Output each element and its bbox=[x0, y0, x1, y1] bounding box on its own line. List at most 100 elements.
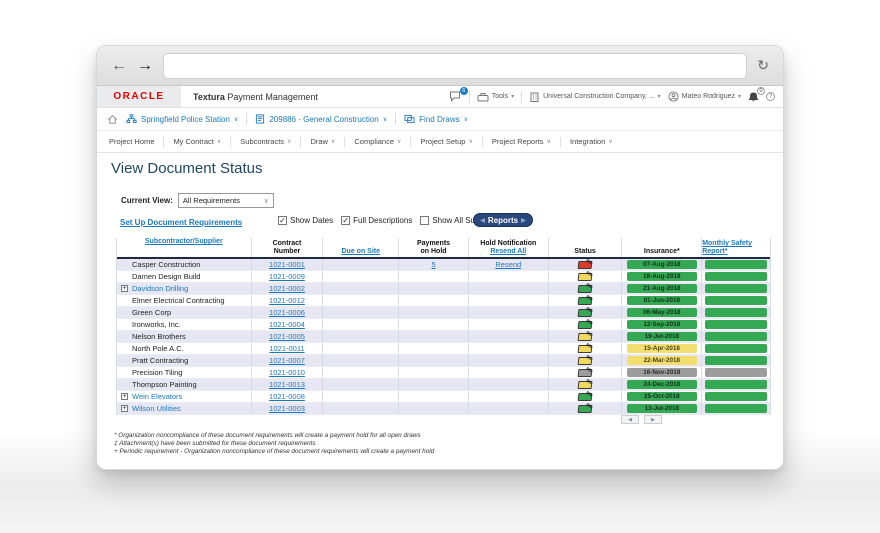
status-cell: ✎ bbox=[549, 295, 623, 306]
insurance-date-badge: 13-Jul-2018 bbox=[626, 404, 697, 413]
messages-icon[interactable]: 6 bbox=[449, 87, 468, 102]
subcontractor-cell: + Wilson Utilities bbox=[117, 403, 252, 414]
subcontractor-name: Ironworks, Inc. bbox=[132, 320, 181, 329]
divider bbox=[410, 136, 412, 147]
table-row: + Davidson Drilling 1021-0002 ✎ 21-Aug-2… bbox=[117, 283, 770, 295]
subcontractor-name: Pratt Contracting bbox=[132, 356, 189, 365]
table-row: Thompson Painting 1021-0013 ✎ 24-Dec-201… bbox=[117, 379, 770, 391]
contract-number-link[interactable]: 1021-0010 bbox=[269, 368, 305, 377]
subcontractor-name[interactable]: Wilson Utilities bbox=[132, 404, 181, 413]
safety-report-bar bbox=[705, 320, 768, 329]
contract-number-link[interactable]: 1021-0008 bbox=[269, 392, 305, 401]
nav-item-project-home[interactable]: Project Home bbox=[109, 137, 154, 146]
expand-row-icon[interactable]: + bbox=[121, 405, 128, 412]
column-header-hold-notification[interactable]: Hold Notification Resend All bbox=[469, 238, 549, 257]
column-header-safety-report[interactable]: Monthly Safety Report* bbox=[702, 238, 770, 257]
status-cell: ✎ bbox=[549, 391, 623, 402]
current-view-label: Current View: bbox=[121, 196, 173, 205]
due-on-site-cell bbox=[323, 259, 400, 270]
table-row: + Wilson Utilities 1021-0003 ✎ 13-Jul-20… bbox=[117, 403, 770, 415]
column-header-status: Status bbox=[549, 238, 623, 257]
column-header-subcontractor[interactable]: Subcontractor/Supplier bbox=[117, 238, 252, 257]
breadcrumb-find-draws[interactable]: Find Draws ∨ bbox=[404, 114, 468, 124]
status-cell: ✎ bbox=[549, 355, 623, 366]
contract-number-link[interactable]: 1021-0009 bbox=[269, 272, 305, 281]
company-menu[interactable]: Universal Construction Company, ... ▾ bbox=[529, 92, 661, 102]
page-prev-button[interactable]: ◀ bbox=[621, 415, 639, 424]
nav-item-project-reports[interactable]: Project Reports ∨ bbox=[492, 137, 551, 146]
status-cell: ✎ bbox=[549, 379, 623, 390]
insurance-date-badge: 24-Dec-2018 bbox=[626, 380, 697, 389]
column-header-label[interactable]: Resend All bbox=[490, 248, 526, 256]
nav-item-integration[interactable]: Integration ∨ bbox=[570, 137, 613, 146]
nav-item-project-setup[interactable]: Project Setup ∨ bbox=[420, 137, 472, 146]
tools-menu[interactable]: Tools ▾ bbox=[477, 92, 514, 102]
breadcrumb-project[interactable]: Springfield Police Station ∨ bbox=[126, 114, 238, 124]
contract-number-link[interactable]: 1021-0007 bbox=[269, 356, 305, 365]
nav-item-my-contract[interactable]: My Contract ∨ bbox=[173, 137, 221, 146]
contract-number-link[interactable]: 1021-0003 bbox=[269, 404, 305, 413]
notifications-bell-icon[interactable]: 0 bbox=[748, 87, 765, 102]
expand-row-icon[interactable]: + bbox=[121, 393, 128, 400]
nav-item-label: Subcontracts bbox=[240, 137, 285, 146]
safety-report-bar bbox=[705, 272, 768, 281]
insurance-date-badge: 25-Oct-2018 bbox=[626, 392, 697, 401]
column-header-due-on-site[interactable]: Due on Site bbox=[323, 238, 400, 257]
table-row: Casper Construction 1021-0001 5 Resend ✎… bbox=[117, 259, 770, 271]
home-icon[interactable] bbox=[107, 114, 118, 125]
status-cell: ✎ bbox=[549, 403, 623, 414]
back-icon[interactable]: ← bbox=[111, 57, 127, 74]
nav-item-draw[interactable]: Draw ∨ bbox=[310, 137, 335, 146]
table-row: Precision Tiling 1021-0010 ✎ 16-Nov-2018 bbox=[117, 367, 770, 379]
safety-report-bar bbox=[705, 368, 768, 377]
insurance-date-badge: 12-Sep-2018 bbox=[626, 320, 697, 329]
contract-number-link[interactable]: 1021-0012 bbox=[269, 296, 305, 305]
checkbox-box[interactable]: ✓ bbox=[341, 216, 351, 225]
checkbox-show-dates[interactable]: ✓ Show Dates bbox=[278, 216, 333, 225]
page-next-button[interactable]: ▶ bbox=[644, 415, 662, 424]
bell-badge: 0 bbox=[757, 87, 765, 95]
help-icon[interactable]: ? bbox=[766, 92, 775, 101]
contract-number-link[interactable]: 1021-0001 bbox=[269, 260, 305, 269]
subcontractor-name: Nelson Brothers bbox=[132, 332, 186, 341]
table-row: + Wein Elevators 1021-0008 ✎ 25-Oct-2018 bbox=[117, 391, 770, 403]
subcontractor-name[interactable]: Davidson Drilling bbox=[132, 284, 188, 293]
user-menu[interactable]: Mateo Rodriguez ▾ bbox=[668, 91, 741, 102]
checkbox-full-descriptions[interactable]: ✓ Full Descriptions bbox=[341, 216, 412, 225]
reports-button[interactable]: ◀ Reports ▶ bbox=[473, 213, 533, 227]
contract-number-link[interactable]: 1021-0005 bbox=[269, 332, 305, 341]
status-cell: ✎ bbox=[549, 319, 623, 330]
contract-number-link[interactable]: 1021-0002 bbox=[269, 284, 305, 293]
checkbox-box[interactable] bbox=[420, 216, 430, 225]
insurance-date-badge: 22-Mar-2018 bbox=[626, 356, 697, 365]
subcontractor-name[interactable]: Wein Elevators bbox=[132, 392, 182, 401]
contract-number-link[interactable]: 1021-0004 bbox=[269, 320, 305, 329]
company-label: Universal Construction Company, ... bbox=[543, 93, 655, 100]
expand-row-icon[interactable]: + bbox=[121, 285, 128, 292]
url-bar[interactable] bbox=[163, 52, 748, 79]
nav-item-compliance[interactable]: Compliance ∨ bbox=[354, 137, 401, 146]
payments-on-hold-link[interactable]: 5 bbox=[431, 260, 435, 269]
subcontractor-cell: + Wein Elevators bbox=[117, 391, 252, 402]
current-view-select[interactable]: All Requirements ∨ bbox=[177, 193, 274, 208]
forward-icon[interactable]: → bbox=[137, 57, 153, 74]
column-header-label[interactable]: Due on Site bbox=[342, 248, 381, 256]
resend-link[interactable]: Resend bbox=[495, 260, 521, 269]
nav-item-subcontracts[interactable]: Subcontracts ∨ bbox=[240, 137, 291, 146]
contract-number-link[interactable]: 1021-0011 bbox=[269, 344, 304, 353]
checkbox-box[interactable]: ✓ bbox=[278, 216, 287, 225]
chevron-down-icon: ▾ bbox=[511, 94, 515, 100]
contract-number-link[interactable]: 1021-0006 bbox=[269, 308, 305, 317]
tools-label: Tools bbox=[491, 93, 509, 100]
contract-number-link[interactable]: 1021-0013 bbox=[269, 380, 305, 389]
reload-icon[interactable]: ↻ bbox=[757, 57, 769, 74]
column-header-label[interactable]: Subcontractor/Supplier bbox=[145, 238, 223, 246]
due-on-site-cell bbox=[323, 343, 400, 354]
column-header-insurance: Insurance* bbox=[622, 238, 703, 257]
safety-report-bar bbox=[705, 344, 768, 353]
column-header-label[interactable]: Monthly Safety Report* bbox=[702, 240, 770, 256]
safety-report-bar bbox=[705, 380, 768, 389]
breadcrumb-contract[interactable]: 209886 - General Construction ∨ bbox=[255, 114, 387, 124]
setup-document-requirements-link[interactable]: Set Up Document Requirements bbox=[120, 218, 242, 227]
draws-icon bbox=[404, 114, 415, 124]
